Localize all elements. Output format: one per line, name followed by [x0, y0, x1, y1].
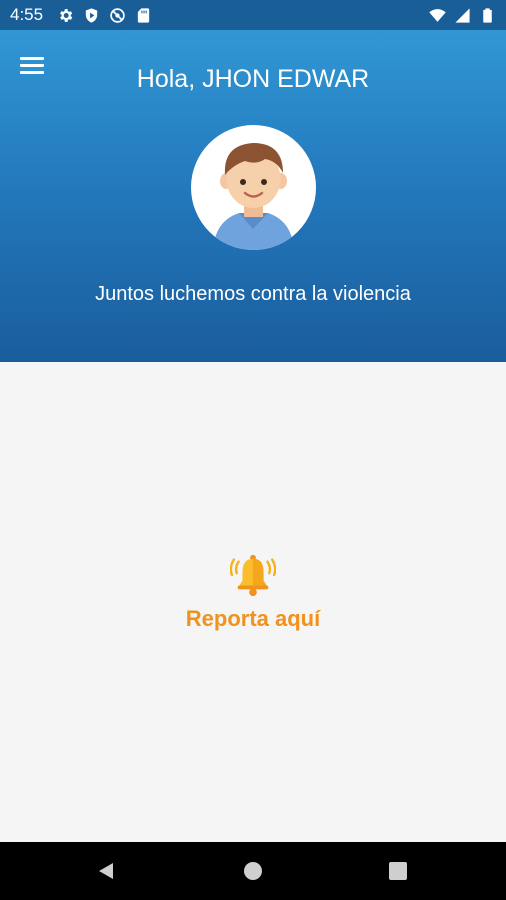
- avatar: [191, 125, 316, 250]
- system-nav-bar: [0, 842, 506, 900]
- bell-icon: [230, 554, 276, 597]
- report-label: Reporta aquí: [185, 606, 321, 631]
- gear-icon: [60, 8, 73, 22]
- main-content: Reporta aquí: [0, 362, 506, 842]
- slogan-text: Juntos luchemos contra la violencia: [95, 283, 411, 305]
- profile-header: Hola, JHON EDWAR Juntos luchemos contra …: [0, 30, 506, 362]
- app-screen: 4:55 Hola, JHON EDWAR Juntos luchemos co…: [0, 0, 506, 900]
- status-left-icons: [57, 7, 152, 24]
- recents-icon[interactable]: [389, 862, 407, 880]
- battery-icon: [483, 7, 492, 23]
- report-button[interactable]: Reporta aquí: [163, 552, 343, 646]
- greeting-title: Hola, JHON EDWAR: [136, 65, 370, 93]
- home-icon[interactable]: [243, 861, 263, 881]
- status-right-icons: [429, 7, 496, 24]
- boy-avatar-icon: [213, 143, 294, 250]
- sync-icon: [110, 7, 125, 23]
- back-icon[interactable]: [96, 861, 116, 881]
- sd-card-icon: [137, 7, 150, 23]
- shield-icon: [85, 7, 98, 23]
- wifi-icon: [429, 8, 446, 22]
- signal-icon: [455, 7, 470, 23]
- status-bar: 4:55: [0, 0, 506, 30]
- status-time: 4:55: [10, 5, 44, 24]
